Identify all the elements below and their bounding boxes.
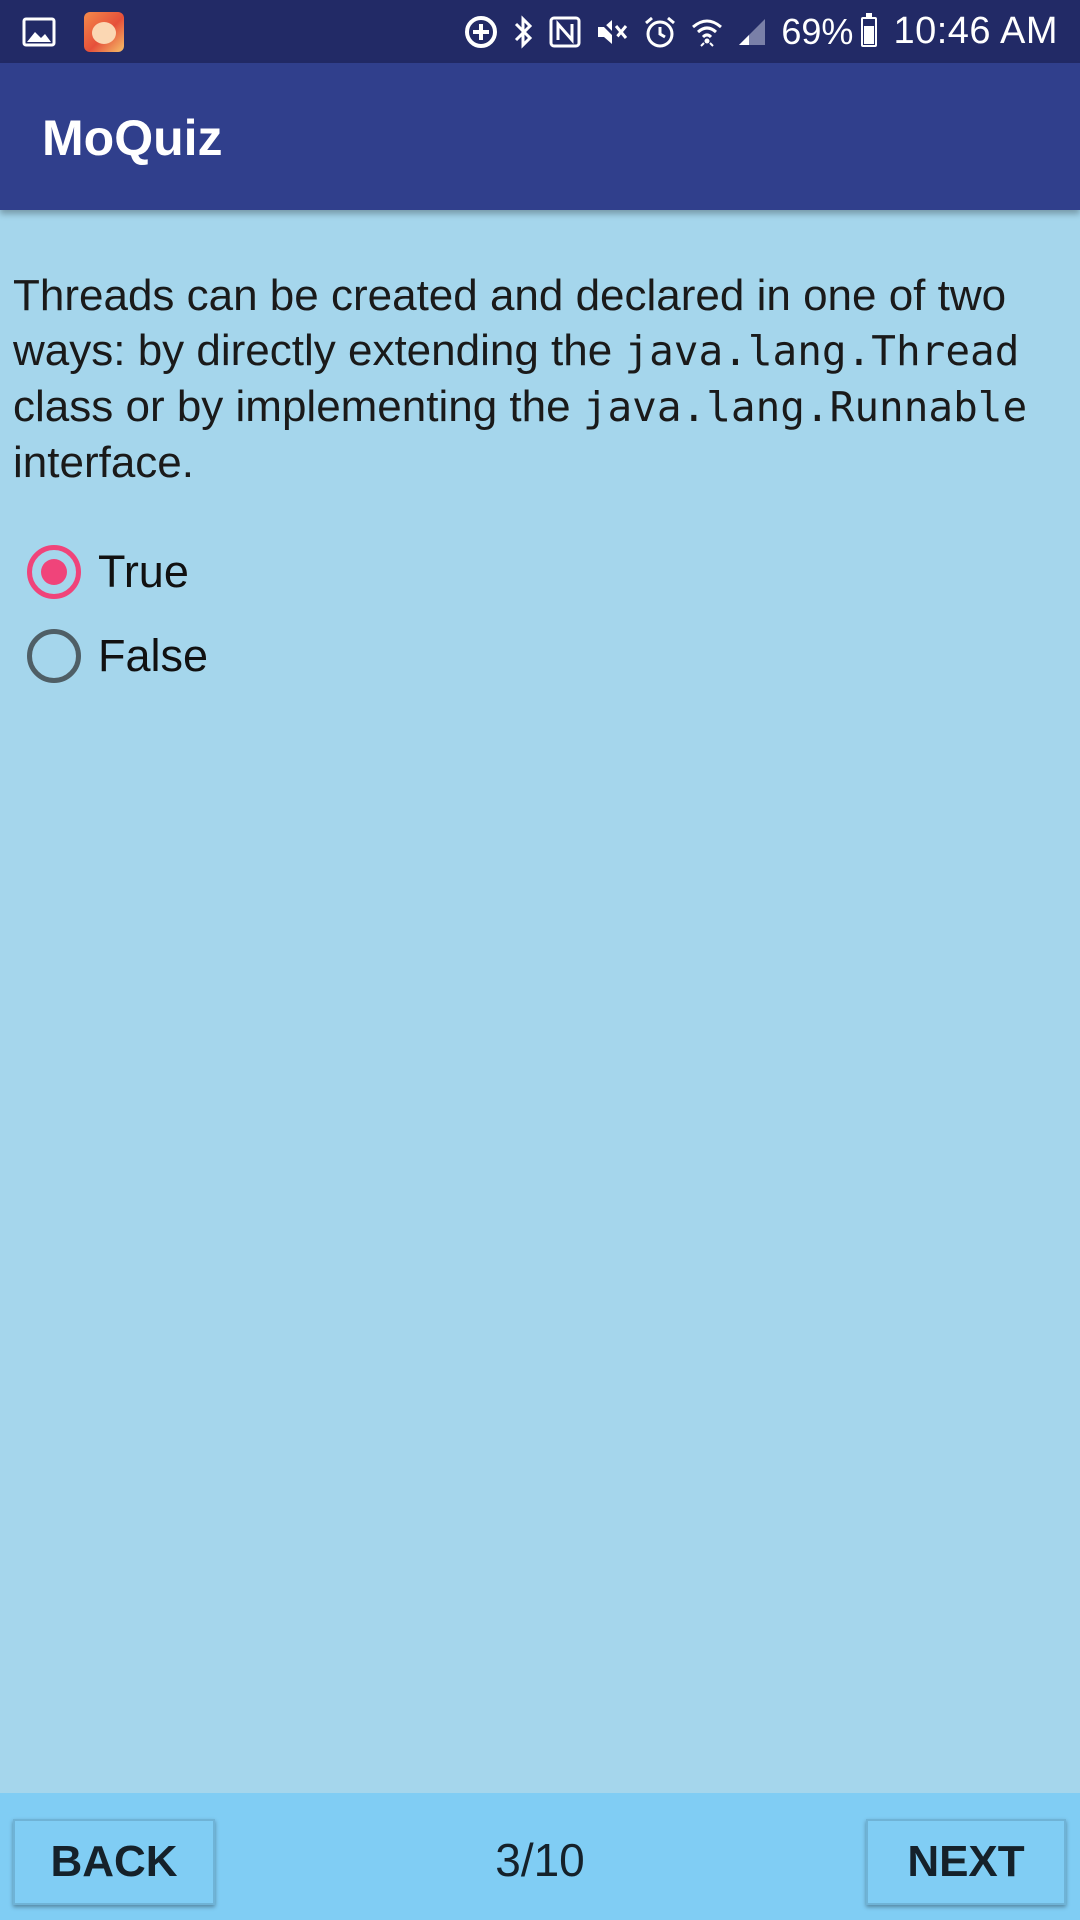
data-saver-icon [463,12,499,52]
app-title: MoQuiz [42,110,223,166]
status-left-icons [20,12,124,52]
mute-icon [595,12,629,52]
battery-percentage: 69% [781,10,854,52]
radio-button-unselected[interactable] [27,629,81,683]
option-false[interactable]: False [27,614,208,698]
option-false-label: False [98,630,209,681]
status-bar: 69% 10:46 AM [0,0,1080,63]
signal-icon [737,12,767,52]
option-true-label: True [98,546,189,597]
question-code-runnable: java.lang.Runnable [582,383,1028,431]
question-code-thread: java.lang.Thread [624,327,1020,375]
nfc-icon [549,12,581,52]
app-thumbnail-icon [84,12,124,52]
wifi-icon [691,12,723,52]
status-right-icons: 69% 10:46 AM [449,0,1058,63]
gallery-icon [20,15,58,49]
bluetooth-icon [513,12,535,52]
question-text-part: class or by implementing the [13,382,583,431]
alarm-icon [643,12,677,52]
radio-button-selected[interactable] [27,545,81,599]
answer-options: True False [27,530,208,698]
app-bar: MoQuiz [0,63,1080,210]
option-true[interactable]: True [27,530,208,614]
status-clock: 10:46 AM [893,10,1058,52]
question-text-part: interface. [13,438,194,487]
battery-icon [861,12,878,47]
next-button[interactable]: NEXT [866,1819,1066,1905]
question-text: Threads can be created and declared in o… [13,268,1063,490]
bottom-nav-bar: BACK 3/10 NEXT [0,1793,1080,1920]
